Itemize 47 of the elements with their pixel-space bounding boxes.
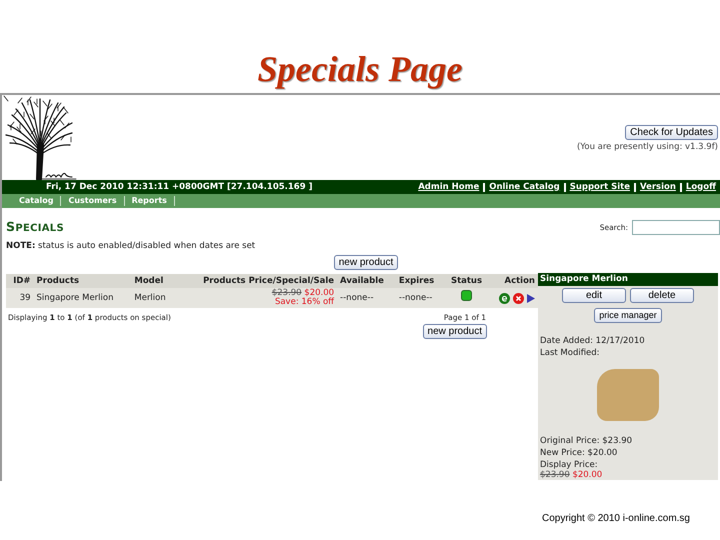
slide-title: Specials Page: [258, 51, 462, 87]
new-product-button[interactable]: new product: [422, 324, 487, 338]
date-time: Fri, 17 Dec 2010 12:31:11 +0800GMT [27.104.105.169 ]: [46, 180, 312, 194]
copyright-text: Copyright © 2010 i-online.com.sg: [542, 512, 690, 526]
nav-link[interactable]: Online Catalog: [483, 182, 564, 192]
column-header: Products Price/Special/Sale: [175, 274, 338, 288]
column-header: Expires: [396, 274, 445, 288]
last-modified: Last Modified:: [539, 346, 601, 358]
original-price: $23.90: [272, 288, 302, 298]
panel-title: Singapore Merlion: [538, 272, 718, 286]
column-header: Status: [444, 274, 488, 288]
arrow-icon[interactable]: [527, 294, 535, 303]
column-header: ID#: [6, 274, 34, 288]
table-cell: 39: [6, 288, 34, 308]
column-header: Action: [488, 274, 538, 288]
delete-icon[interactable]: [513, 292, 524, 304]
panel-button[interactable]: edit: [562, 288, 626, 302]
column-header: Available: [337, 274, 396, 288]
note-text: NOTE: status is auto enabled/disabled when dates are set: [6, 240, 256, 252]
check-updates-button[interactable]: Check for Updates: [625, 125, 718, 140]
nav-link[interactable]: Version: [634, 182, 680, 192]
status-indicator[interactable]: [461, 290, 472, 302]
photo-placeholder: [597, 368, 659, 420]
table-cell: Singapore Merlion: [34, 288, 132, 308]
nav-link[interactable]: Logoff: [680, 182, 720, 192]
nav-link[interactable]: Support Site: [564, 182, 634, 192]
page-heading: SPECIALS: [6, 218, 64, 236]
circle-icon[interactable]: [499, 292, 510, 304]
table-cell: Merlion: [131, 288, 176, 308]
price-manager-button[interactable]: price manager: [594, 308, 662, 322]
version-note: (You are presently using: v1.3.9f): [576, 141, 718, 154]
special-price: $20.00: [304, 288, 334, 298]
original-price-text: Original Price: $23.90: [539, 434, 634, 446]
search-field[interactable]: [632, 220, 720, 235]
savings-text: Save: 16% off: [274, 298, 334, 308]
display-old-price: $23.90: [540, 470, 570, 480]
column-header: Model: [131, 274, 176, 288]
display-new-price: $20.00: [572, 470, 602, 480]
new-price-text: New Price: $20.00: [539, 446, 618, 458]
display-price-label: Display Price:: [539, 458, 599, 470]
table-cell: --none--: [337, 288, 396, 308]
panel-button[interactable]: delete: [630, 288, 694, 302]
nav-link[interactable]: Admin Home: [414, 182, 484, 192]
table-cell: --none--: [396, 288, 445, 308]
column-header: Products: [34, 274, 132, 288]
new-product-button[interactable]: new product: [334, 254, 398, 270]
date-added: Date Added: 12/17/2010: [539, 334, 646, 346]
